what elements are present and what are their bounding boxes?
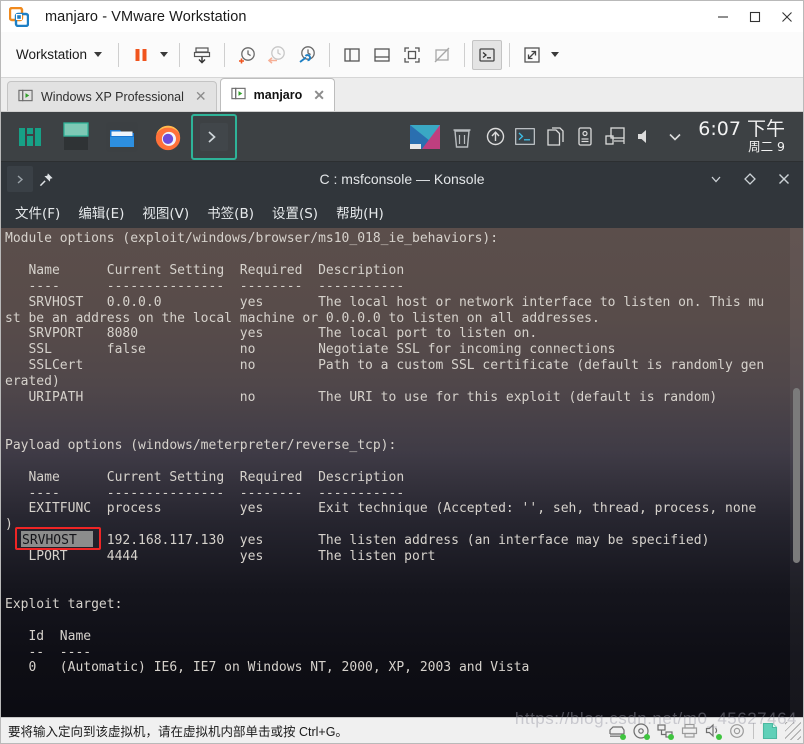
console-view-button[interactable] (472, 39, 503, 70)
chevron-down-icon (551, 52, 560, 57)
menu-settings[interactable]: 设置(S) (264, 198, 326, 226)
toolbar-divider (118, 42, 120, 67)
tray-trash-icon[interactable] (446, 122, 478, 152)
stretch-guest-button[interactable] (517, 40, 547, 70)
terminal-scrollbar-thumb[interactable] (793, 388, 800, 563)
close-button[interactable] (771, 166, 797, 192)
vmware-toolbar: Workstation (1, 32, 803, 78)
close-icon[interactable]: ✕ (310, 87, 328, 104)
maximize-button[interactable] (739, 1, 771, 32)
clock-date: 周二 9 (748, 138, 785, 154)
konsole-app-icon[interactable] (7, 166, 33, 192)
status-vmtools-icon[interactable] (759, 720, 781, 742)
menu-edit[interactable]: 编辑(E) (70, 198, 132, 226)
close-icon[interactable]: ✕ (192, 88, 210, 105)
status-harddisk-icon[interactable] (606, 720, 628, 742)
vmware-logo-icon (8, 6, 30, 27)
tray-usb-drive-icon[interactable] (572, 122, 598, 152)
taskbar-clock[interactable]: 6:07 下午 周二 9 (692, 117, 793, 154)
vm-tab-label: Windows XP Professional (41, 89, 184, 104)
vmware-title-bar: manjaro - VMware Workstation (1, 1, 803, 32)
konsole-title-bar[interactable]: C : msfconsole — Konsole (1, 162, 803, 196)
minimize-button[interactable] (707, 1, 739, 32)
status-cdrom-icon[interactable] (630, 720, 652, 742)
workstation-menu-button[interactable]: Workstation (7, 43, 111, 66)
window-controls (707, 1, 803, 32)
minimize-button[interactable] (703, 166, 729, 192)
chevron-down-icon (94, 52, 103, 57)
menu-file[interactable]: 文件(F) (7, 198, 68, 226)
status-printer-icon[interactable] (678, 720, 700, 742)
selected-option-text: SRVHOST (22, 533, 77, 548)
guest-display[interactable]: 6:07 下午 周二 9 C : msfconsole — Konsole 文件… (1, 112, 803, 717)
status-divider (753, 722, 754, 739)
konsole-menu-bar: 文件(F) 编辑(E) 视图(V) 书签(B) 设置(S) 帮助(H) (1, 196, 803, 228)
tab-windows-xp-professional[interactable]: Windows XP Professional ✕ (7, 81, 217, 111)
status-message: 要将输入定向到该虚拟机，请在虚拟机内部单击或按 Ctrl+G。 (8, 725, 348, 739)
launcher-file-manager[interactable] (99, 114, 145, 160)
keep-above-pin-icon[interactable] (33, 166, 59, 192)
status-sound-icon[interactable] (702, 720, 724, 742)
status-device-icons (606, 720, 801, 742)
konsole-window: C : msfconsole — Konsole 文件(F) 编辑(E) 视图(… (1, 162, 803, 717)
konsole-window-controls (703, 166, 797, 192)
selected-option-cell: SRVHOST (21, 531, 93, 548)
vm-tab-label: manjaro (253, 88, 303, 102)
vmware-status-bar: 要将输入定向到该虚拟机，请在虚拟机内部单击或按 Ctrl+G。 (1, 717, 803, 743)
system-tray: 6:07 下午 周二 9 (408, 117, 797, 154)
status-active-dot (716, 733, 722, 740)
status-network-icon[interactable] (654, 720, 676, 742)
show-library-button[interactable] (337, 40, 367, 70)
close-button[interactable] (771, 1, 803, 32)
toolbar-divider (464, 42, 466, 67)
clock-time: 6:07 下午 (698, 117, 785, 140)
vm-tab-icon (231, 86, 246, 104)
launcher-show-desktop[interactable] (53, 114, 99, 160)
status-active-dot (668, 733, 674, 740)
konsole-title: C : msfconsole — Konsole (319, 171, 485, 187)
snapshot-manager-button[interactable] (292, 40, 322, 70)
tray-network-icon[interactable] (602, 122, 628, 152)
terminal-output-area[interactable]: Module options (exploit/windows/browser/… (1, 228, 803, 717)
take-snapshot-button[interactable] (232, 40, 262, 70)
launcher-firefox[interactable] (145, 114, 191, 160)
tray-terminal-icon[interactable] (512, 122, 538, 152)
suspend-button[interactable] (126, 40, 156, 70)
revert-snapshot-button[interactable] (262, 40, 292, 70)
toolbar-divider (179, 42, 181, 67)
maximize-button[interactable] (737, 166, 763, 192)
toolbar-divider (224, 42, 226, 67)
tray-volume-icon[interactable] (632, 122, 658, 152)
full-screen-button[interactable] (397, 40, 427, 70)
workstation-menu-label: Workstation (16, 47, 88, 62)
manage-snapshot-button[interactable] (187, 40, 217, 70)
resize-grip[interactable] (785, 721, 801, 740)
power-dropdown[interactable] (156, 41, 172, 69)
vm-tab-icon (18, 88, 33, 106)
desktop-taskbar: 6:07 下午 周二 9 (1, 112, 803, 162)
status-usb-icon[interactable] (726, 720, 748, 742)
vm-tab-strip: Windows XP Professional ✕ manjaro ✕ (1, 78, 803, 112)
vmware-workstation-window: manjaro - VMware Workstation Workstation (0, 0, 804, 744)
page-title: manjaro - VMware Workstation (45, 8, 247, 25)
status-active-dot (644, 733, 650, 740)
show-thumbnail-bar-button[interactable] (367, 40, 397, 70)
menu-bookmarks[interactable]: 书签(B) (199, 198, 262, 226)
stretch-dropdown[interactable] (547, 41, 563, 69)
toolbar-divider (509, 42, 511, 67)
menu-help[interactable]: 帮助(H) (328, 198, 392, 226)
tab-manjaro[interactable]: manjaro ✕ (219, 78, 335, 111)
launcher-terminal[interactable] (191, 113, 237, 160)
tray-expand-icon[interactable] (662, 122, 688, 152)
terminal-text: Module options (exploit/windows/browser/… (5, 231, 765, 676)
unity-mode-button[interactable] (427, 40, 457, 70)
launcher-manjaro-menu[interactable] (7, 114, 53, 160)
toolbar-divider (329, 42, 331, 67)
taskbar-window-konsole[interactable] (408, 122, 442, 152)
chevron-down-icon (160, 52, 169, 57)
status-active-dot (620, 733, 626, 740)
tray-clipboard-icon[interactable] (542, 122, 568, 152)
tray-updates-icon[interactable] (482, 122, 508, 152)
menu-view[interactable]: 视图(V) (134, 198, 197, 226)
